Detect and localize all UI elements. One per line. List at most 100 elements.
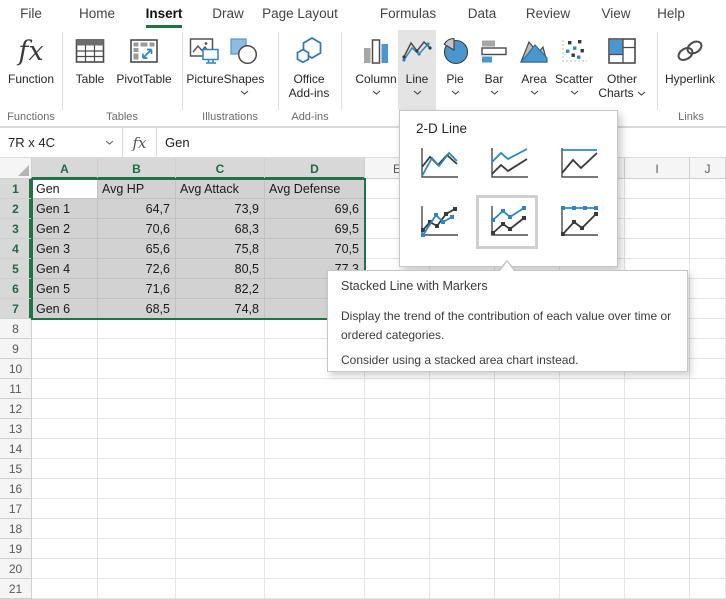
cell-D17[interactable] bbox=[265, 499, 365, 519]
cell-I15[interactable] bbox=[625, 459, 690, 479]
cell-A12[interactable] bbox=[32, 399, 98, 419]
cell-A4[interactable]: Gen 3 bbox=[32, 239, 98, 259]
cell-E11[interactable] bbox=[365, 379, 430, 399]
cell-G12[interactable] bbox=[495, 399, 560, 419]
cell-J5[interactable] bbox=[690, 259, 726, 279]
cell-C4[interactable]: 75,8 bbox=[176, 239, 265, 259]
row-header-20[interactable]: 20 bbox=[0, 559, 32, 579]
menu-tab-home[interactable]: Home bbox=[79, 0, 115, 26]
cell-B12[interactable] bbox=[98, 399, 176, 419]
cell-D14[interactable] bbox=[265, 439, 365, 459]
scatter-chart-button[interactable]: Scatter bbox=[555, 30, 593, 110]
row-header-14[interactable]: 14 bbox=[0, 439, 32, 459]
cell-B19[interactable] bbox=[98, 539, 176, 559]
chart-type-line-with-markers[interactable] bbox=[414, 203, 460, 241]
other-charts-button[interactable]: Other Charts bbox=[597, 30, 647, 110]
cell-C1[interactable]: Avg Attack bbox=[176, 179, 265, 199]
column-chart-button[interactable]: Column bbox=[357, 30, 395, 110]
cell-F18[interactable] bbox=[430, 519, 495, 539]
cell-G14[interactable] bbox=[495, 439, 560, 459]
chart-type-line[interactable] bbox=[414, 145, 460, 183]
cell-H18[interactable] bbox=[560, 519, 625, 539]
table-button[interactable]: Table bbox=[66, 30, 114, 110]
cell-B4[interactable]: 65,6 bbox=[98, 239, 176, 259]
cell-C13[interactable] bbox=[176, 419, 265, 439]
cell-E18[interactable] bbox=[365, 519, 430, 539]
cell-C5[interactable]: 80,5 bbox=[176, 259, 265, 279]
cell-I3[interactable] bbox=[625, 219, 690, 239]
cell-I13[interactable] bbox=[625, 419, 690, 439]
cell-C19[interactable] bbox=[176, 539, 265, 559]
area-chart-button[interactable]: Area bbox=[516, 30, 552, 110]
chevron-down-icon[interactable] bbox=[570, 90, 579, 95]
menu-tab-file[interactable]: File bbox=[20, 0, 42, 26]
row-header-15[interactable]: 15 bbox=[0, 459, 32, 479]
column-header-A[interactable]: A bbox=[32, 158, 98, 179]
cell-J8[interactable] bbox=[690, 319, 726, 339]
cell-C12[interactable] bbox=[176, 399, 265, 419]
row-header-5[interactable]: 5 bbox=[0, 259, 32, 279]
cell-D20[interactable] bbox=[265, 559, 365, 579]
cell-I19[interactable] bbox=[625, 539, 690, 559]
row-header-7[interactable]: 7 bbox=[0, 299, 32, 319]
cell-D15[interactable] bbox=[265, 459, 365, 479]
select-all-corner[interactable] bbox=[0, 158, 32, 179]
cell-C18[interactable] bbox=[176, 519, 265, 539]
cell-C17[interactable] bbox=[176, 499, 265, 519]
cell-E14[interactable] bbox=[365, 439, 430, 459]
row-header-3[interactable]: 3 bbox=[0, 219, 32, 239]
cell-A6[interactable]: Gen 5 bbox=[32, 279, 98, 299]
row-header-11[interactable]: 11 bbox=[0, 379, 32, 399]
cell-H11[interactable] bbox=[560, 379, 625, 399]
cell-E20[interactable] bbox=[365, 559, 430, 579]
column-header-C[interactable]: C bbox=[176, 158, 265, 179]
cell-G15[interactable] bbox=[495, 459, 560, 479]
cell-B18[interactable] bbox=[98, 519, 176, 539]
cell-J20[interactable] bbox=[690, 559, 726, 579]
cell-B5[interactable]: 72,6 bbox=[98, 259, 176, 279]
menu-tab-draw[interactable]: Draw bbox=[212, 0, 244, 26]
cell-I2[interactable] bbox=[625, 199, 690, 219]
cell-C2[interactable]: 73,9 bbox=[176, 199, 265, 219]
cell-J6[interactable] bbox=[690, 279, 726, 299]
cell-I18[interactable] bbox=[625, 519, 690, 539]
chevron-down-icon[interactable] bbox=[637, 91, 646, 96]
cell-F17[interactable] bbox=[430, 499, 495, 519]
cell-J2[interactable] bbox=[690, 199, 726, 219]
cell-C10[interactable] bbox=[176, 359, 265, 379]
column-header-J[interactable]: J bbox=[690, 158, 726, 179]
menu-tab-data[interactable]: Data bbox=[468, 0, 497, 26]
cell-F19[interactable] bbox=[430, 539, 495, 559]
column-header-D[interactable]: D bbox=[265, 158, 365, 179]
cell-H12[interactable] bbox=[560, 399, 625, 419]
picture-button[interactable]: Picture bbox=[184, 30, 226, 110]
cell-G11[interactable] bbox=[495, 379, 560, 399]
chevron-down-icon[interactable] bbox=[105, 140, 114, 145]
row-header-2[interactable]: 2 bbox=[0, 199, 32, 219]
cell-A3[interactable]: Gen 2 bbox=[32, 219, 98, 239]
cell-G20[interactable] bbox=[495, 559, 560, 579]
menu-tab-view[interactable]: View bbox=[601, 0, 630, 26]
chevron-down-icon[interactable] bbox=[490, 90, 499, 95]
cell-B10[interactable] bbox=[98, 359, 176, 379]
cell-B17[interactable] bbox=[98, 499, 176, 519]
hyperlink-button[interactable]: Hyperlink bbox=[659, 30, 721, 110]
name-box[interactable]: 7R x 4C bbox=[0, 128, 123, 157]
cell-C3[interactable]: 68,3 bbox=[176, 219, 265, 239]
row-header-4[interactable]: 4 bbox=[0, 239, 32, 259]
cell-B2[interactable]: 64,7 bbox=[98, 199, 176, 219]
menu-tab-review[interactable]: Review bbox=[526, 0, 570, 26]
cell-J13[interactable] bbox=[690, 419, 726, 439]
cell-J1[interactable] bbox=[690, 179, 726, 199]
cell-H15[interactable] bbox=[560, 459, 625, 479]
cell-A14[interactable] bbox=[32, 439, 98, 459]
cell-B9[interactable] bbox=[98, 339, 176, 359]
cell-C9[interactable] bbox=[176, 339, 265, 359]
cell-C14[interactable] bbox=[176, 439, 265, 459]
chart-type-stacked-line[interactable] bbox=[484, 145, 530, 183]
cell-C11[interactable] bbox=[176, 379, 265, 399]
chevron-down-icon[interactable] bbox=[530, 90, 539, 95]
cell-F21[interactable] bbox=[430, 579, 495, 599]
cell-I12[interactable] bbox=[625, 399, 690, 419]
cell-B11[interactable] bbox=[98, 379, 176, 399]
